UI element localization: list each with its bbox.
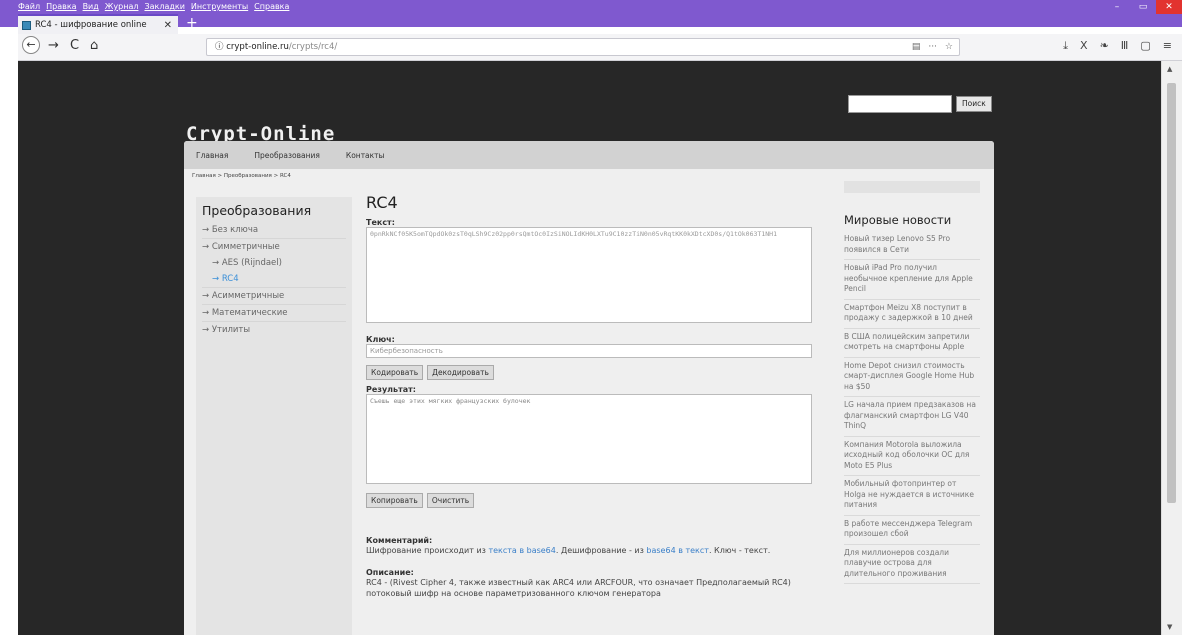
news-item[interactable]: Новый тизер Lenovo S5 Pro появился в Сет… [844,231,980,260]
comment-post: . Ключ - текст. [708,546,771,555]
menu-help[interactable]: Справка [254,2,289,11]
copy-button[interactable]: Копировать [366,493,423,508]
sidebar-item-utilities[interactable]: → Утилиты [202,322,346,338]
menu-view[interactable]: Вид [83,2,99,11]
scroll-down-icon[interactable]: ▼ [1167,623,1172,631]
close-window-button[interactable]: ✕ [1156,0,1182,14]
news-item[interactable]: LG начала прием предзаказов на флагманск… [844,397,980,437]
menu-bar: Файл Правка Вид Журнал Закладки Инструме… [18,2,289,11]
menu-edit[interactable]: Правка [46,2,76,11]
menu-file[interactable]: Файл [18,2,40,11]
back-button[interactable]: ← [22,36,40,54]
key-label: Ключ: [366,335,395,344]
comment-text: Шифрование происходит из текста в base64… [366,545,816,556]
url-host: crypt-online.ru [226,42,289,52]
download-icon[interactable]: ⤓ [1063,39,1068,53]
news-item[interactable]: Мобильный фотопринтер от Holga не нуждае… [844,476,980,516]
address-bar[interactable]: ⓘ crypt-online.ru/crypts/rc4/ ▤ ··· ☆ [206,38,960,56]
news-title: Мировые новости [844,213,952,227]
extension-icon[interactable]: ❧ [1100,39,1109,53]
menu-history[interactable]: Журнал [105,2,139,11]
minimize-button[interactable]: – [1104,0,1130,14]
news-item[interactable]: Новый iPad Pro получил необычное креплен… [844,260,980,300]
scroll-up-icon[interactable]: ▲ [1167,65,1172,73]
site-search-button[interactable]: Поиск [956,96,992,112]
menu-hamburger-icon[interactable]: ≡ [1163,39,1172,53]
nav-transforms[interactable]: Преобразования [254,151,319,160]
nav-toolbar: ← → C ⌂ ⓘ crypt-online.ru/crypts/rc4/ ▤ … [18,34,1182,61]
vertical-scrollbar[interactable]: ▲ ▼ [1161,61,1182,635]
news-item[interactable]: В работе мессенджера Telegram произошел … [844,516,980,545]
new-tab-button[interactable]: + [186,16,198,30]
base64-to-text-link[interactable]: base64 в текст [646,546,709,555]
toolbar-icons: ⤓ X ❧ Ⅲ ▢ ≡ [1063,39,1172,53]
reload-button[interactable]: C [70,38,79,53]
text-label: Текст: [366,218,395,227]
menu-bookmarks[interactable]: Закладки [144,2,184,11]
sidebar-item-symmetric[interactable]: → Симметричные [202,239,346,255]
encode-buttons: Кодировать Декодировать [366,365,816,380]
sidebar-item-asymmetric[interactable]: → Асимметричные [202,288,346,305]
reader-view-icon[interactable]: ▤ [912,39,921,55]
url-path: /crypts/rc4/ [288,42,338,52]
menu-tools[interactable]: Инструменты [191,2,248,11]
bookmark-star-icon[interactable]: ☆ [945,39,953,55]
sidebar-item-rc4[interactable]: → RC4 [202,271,346,288]
sidebar-icon[interactable]: ▢ [1140,39,1150,53]
nav-contacts[interactable]: Контакты [346,151,385,160]
extension-x-icon[interactable]: X [1080,39,1088,53]
news-item[interactable]: В США полицейским запретили смотреть на … [844,329,980,358]
clear-button[interactable]: Очистить [426,493,475,508]
news-item[interactable]: Для миллионеров создали плавучие острова… [844,545,980,584]
library-icon[interactable]: Ⅲ [1121,39,1129,53]
text-to-base64-link[interactable]: текста в base64 [488,546,555,555]
encode-button[interactable]: Кодировать [366,365,424,380]
comment-label: Комментарий: [366,536,433,545]
favicon-icon [22,20,31,30]
site-search-input[interactable] [848,95,952,113]
home-button[interactable]: ⌂ [90,38,98,53]
sidebar-title: Преобразования [202,203,312,218]
description-label: Описание: [366,568,414,577]
news-column: Мировые новости Новый тизер Lenovo S5 Pr… [844,181,980,584]
maximize-button[interactable]: ▭ [1130,0,1156,14]
tab-title: RC4 - шифрование online [35,20,147,30]
result-buttons: Копировать Очистить [366,493,816,508]
nav-home[interactable]: Главная [196,151,228,160]
page-title: RC4 [366,193,398,212]
comment-mid: . Дешифрование - из [555,546,647,555]
breadcrumb: Главная > Преобразования > RC4 [192,173,291,179]
result-textarea[interactable]: Съешь еще этих мягких французских булоче… [366,394,812,484]
browser-tab[interactable]: RC4 - шифрование online ✕ [18,14,178,34]
site-nav: Главная Преобразования Контакты [184,141,994,169]
site-info-icon[interactable]: ⓘ [215,42,224,52]
content-container: Главная Преобразования Контакты Главная … [184,141,994,635]
news-item[interactable]: Home Depot снизил стоимость смарт-диспле… [844,358,980,397]
ad-placeholder [844,181,980,193]
sidebar-item-aes[interactable]: → AES (Rijndael) [202,255,346,271]
sidebar: Преобразования → Без ключа → Симметричны… [196,197,352,635]
main-content: RC4 Текст: 0pnRkNCf05K5omTQpdOk0zsT0qLSh… [366,193,816,599]
page-actions-icon[interactable]: ··· [928,39,937,55]
window-controls: – ▭ ✕ [1104,0,1182,14]
key-input[interactable]: Кибербезопасность [366,344,812,358]
text-textarea[interactable]: 0pnRkNCf05K5omTQpdOk0zsT0qLSh9Cz02pp0rsQ… [366,227,812,323]
web-page: Crypt-Online Поиск Главная Преобразовани… [18,61,1162,635]
decode-button[interactable]: Декодировать [427,365,494,380]
description-text: RC4 - (Rivest Cipher 4, также известный … [366,578,791,598]
tab-close-icon[interactable]: ✕ [164,20,172,31]
comment-pre: Шифрование происходит из [366,546,489,555]
sidebar-item-math[interactable]: → Математические [202,305,346,322]
forward-button[interactable]: → [48,38,59,53]
sidebar-item-no-key[interactable]: → Без ключа [202,222,346,239]
news-item[interactable]: Компания Motorola выложила исходный код … [844,437,980,476]
scrollbar-thumb[interactable] [1167,83,1176,503]
result-label: Результат: [366,385,416,394]
news-item[interactable]: Смартфон Meizu X8 поступит в продажу с з… [844,300,980,329]
